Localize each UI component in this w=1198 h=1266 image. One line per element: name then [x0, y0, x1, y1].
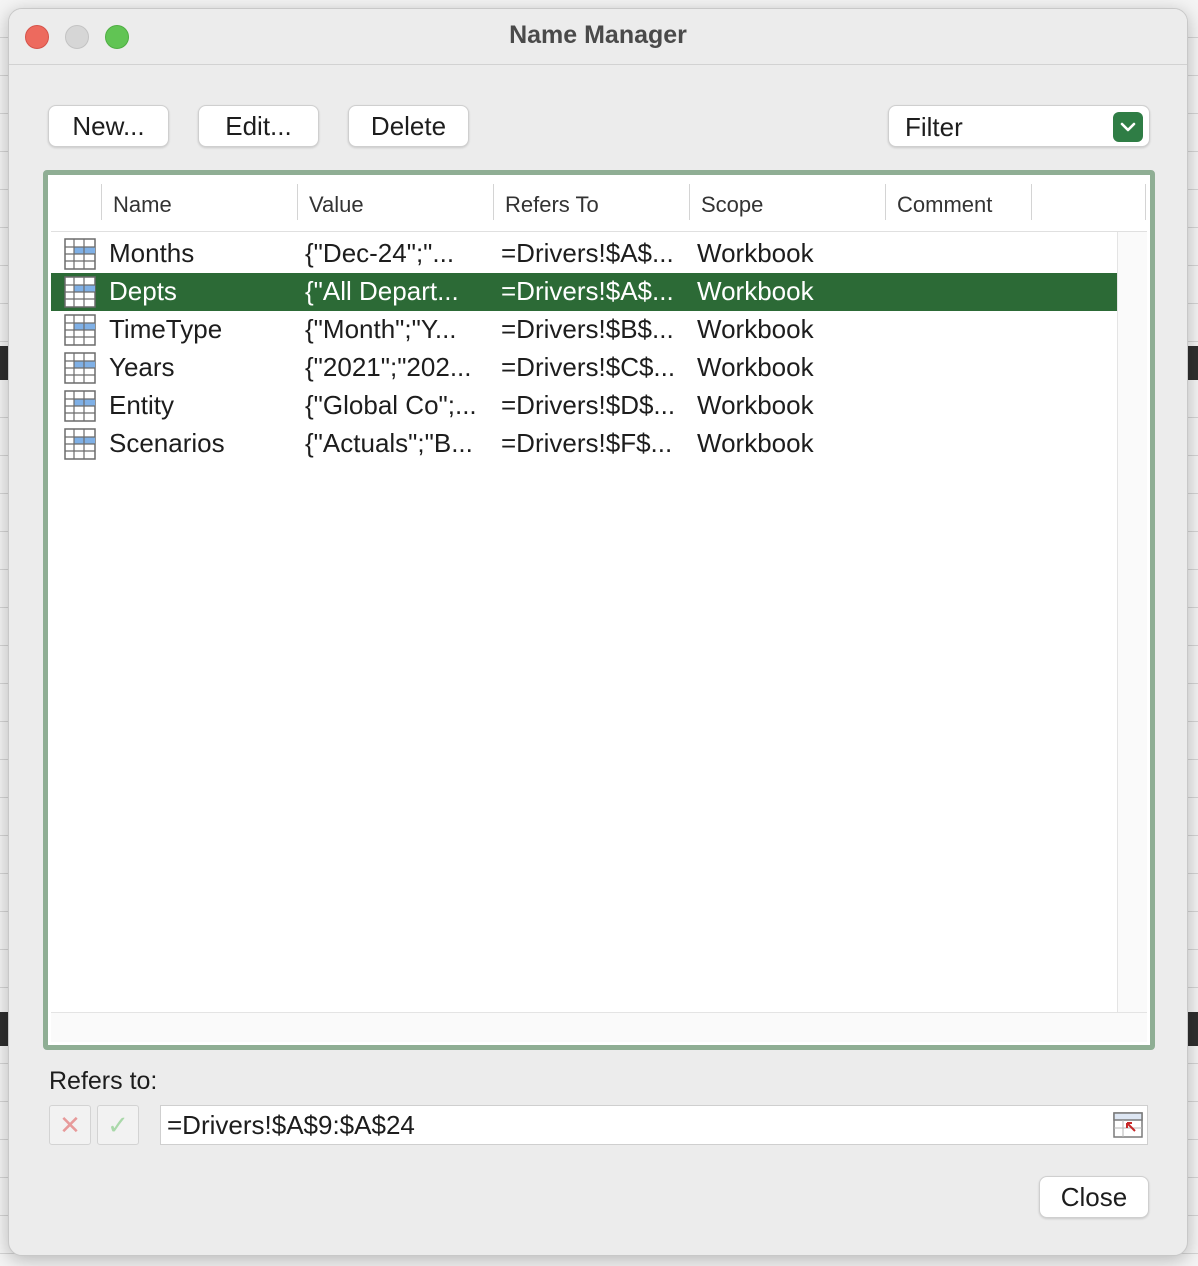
checkmark-icon: ✓ [107, 1109, 129, 1140]
name-cell: Months [109, 238, 195, 268]
named-range-icon [64, 238, 96, 270]
named-range-icon [64, 390, 96, 422]
column-separator [1145, 184, 1146, 220]
table-row[interactable]: Entity {"Global Co";... =Drivers!$D$... Wor… [51, 387, 1117, 425]
column-header-comment[interactable]: Comment [897, 192, 992, 218]
scope-cell: Workbook [697, 428, 814, 458]
column-separator[interactable] [101, 184, 102, 220]
table-row[interactable]: Scenarios {"Actuals";"B... =Drivers!$F$...… [51, 425, 1117, 463]
vertical-scrollbar[interactable] [1117, 232, 1147, 1012]
refers-to-cell: =Drivers!$A$... [501, 276, 674, 306]
named-range-icon [64, 352, 96, 384]
named-range-icon [64, 428, 96, 460]
name-manager-dialog: Name Manager New... Edit... Delete Filte… [8, 8, 1188, 1256]
column-separator[interactable] [297, 184, 298, 220]
scope-cell: Workbook [697, 390, 814, 420]
x-icon: ✕ [59, 1109, 81, 1140]
table-row[interactable]: Months {"Dec-24";"... =Drivers!$A$... Workb… [51, 235, 1117, 273]
window-title: Name Manager [509, 21, 687, 49]
column-header-value[interactable]: Value [309, 192, 364, 218]
horizontal-scrollbar[interactable] [51, 1012, 1147, 1042]
value-cell: {"All Depart... [305, 276, 459, 306]
scope-cell: Workbook [697, 238, 814, 268]
scope-cell: Workbook [697, 314, 814, 344]
refers-to-cell: =Drivers!$D$... [501, 390, 676, 420]
refers-to-cell: =Drivers!$F$... [501, 428, 673, 458]
new-button[interactable]: New... [48, 105, 169, 147]
name-cell: TimeType [109, 314, 223, 344]
edit-button[interactable]: Edit... [198, 105, 319, 147]
refers-to-cell: =Drivers!$A$... [501, 238, 674, 268]
scope-cell: Workbook [697, 352, 814, 382]
column-separator[interactable] [885, 184, 886, 220]
named-range-icon [64, 276, 96, 308]
column-header-scope[interactable]: Scope [701, 192, 763, 218]
column-header-row: Name Value Refers To Scope Comment [51, 178, 1147, 232]
value-cell: {"Actuals";"B... [305, 428, 473, 458]
column-separator[interactable] [1031, 184, 1032, 220]
filter-label: Filter [905, 112, 963, 142]
named-range-icon [64, 314, 96, 346]
refers-to-cell: =Drivers!$C$... [501, 352, 676, 382]
name-cell: Years [109, 352, 175, 382]
table-row[interactable]: TimeType {"Month";"Y... =Drivers!$B$... Wor… [51, 311, 1117, 349]
chevron-down-icon[interactable] [1113, 112, 1143, 142]
title-bar: Name Manager [9, 9, 1187, 65]
names-list: Name Value Refers To Scope Comment Month… [51, 178, 1147, 1042]
name-cell: Entity [109, 390, 175, 420]
value-cell: {"2021";"202... [305, 352, 472, 382]
name-cell: Depts [109, 276, 177, 306]
names-rows: Months {"Dec-24";"... =Drivers!$A$... Workb… [51, 235, 1117, 463]
collapse-dialog-icon[interactable] [1113, 1112, 1143, 1138]
names-list-frame: Name Value Refers To Scope Comment Month… [43, 170, 1155, 1050]
delete-button[interactable]: Delete [348, 105, 469, 147]
column-separator[interactable] [493, 184, 494, 220]
value-cell: {"Month";"Y... [305, 314, 457, 344]
refers-to-cell: =Drivers!$B$... [501, 314, 674, 344]
table-row[interactable]: Depts {"All Depart... =Drivers!$A$... Workb… [51, 273, 1117, 311]
table-row[interactable]: Years {"2021";"202... =Drivers!$C$... Workb… [51, 349, 1117, 387]
scope-cell: Workbook [697, 276, 814, 306]
column-header-refers-to[interactable]: Refers To [505, 192, 599, 218]
cancel-edit-button[interactable]: ✕ [49, 1105, 91, 1145]
value-cell: {"Dec-24";"... [305, 238, 455, 268]
refers-to-input[interactable] [160, 1105, 1148, 1145]
name-cell: Scenarios [109, 428, 225, 458]
close-button[interactable]: Close [1039, 1176, 1149, 1218]
value-cell: {"Global Co";... [305, 390, 477, 420]
filter-dropdown[interactable]: Filter [888, 105, 1150, 147]
column-header-name[interactable]: Name [113, 192, 172, 218]
column-separator[interactable] [689, 184, 690, 220]
refers-to-label: Refers to: [49, 1067, 158, 1095]
confirm-edit-button[interactable]: ✓ [97, 1105, 139, 1145]
